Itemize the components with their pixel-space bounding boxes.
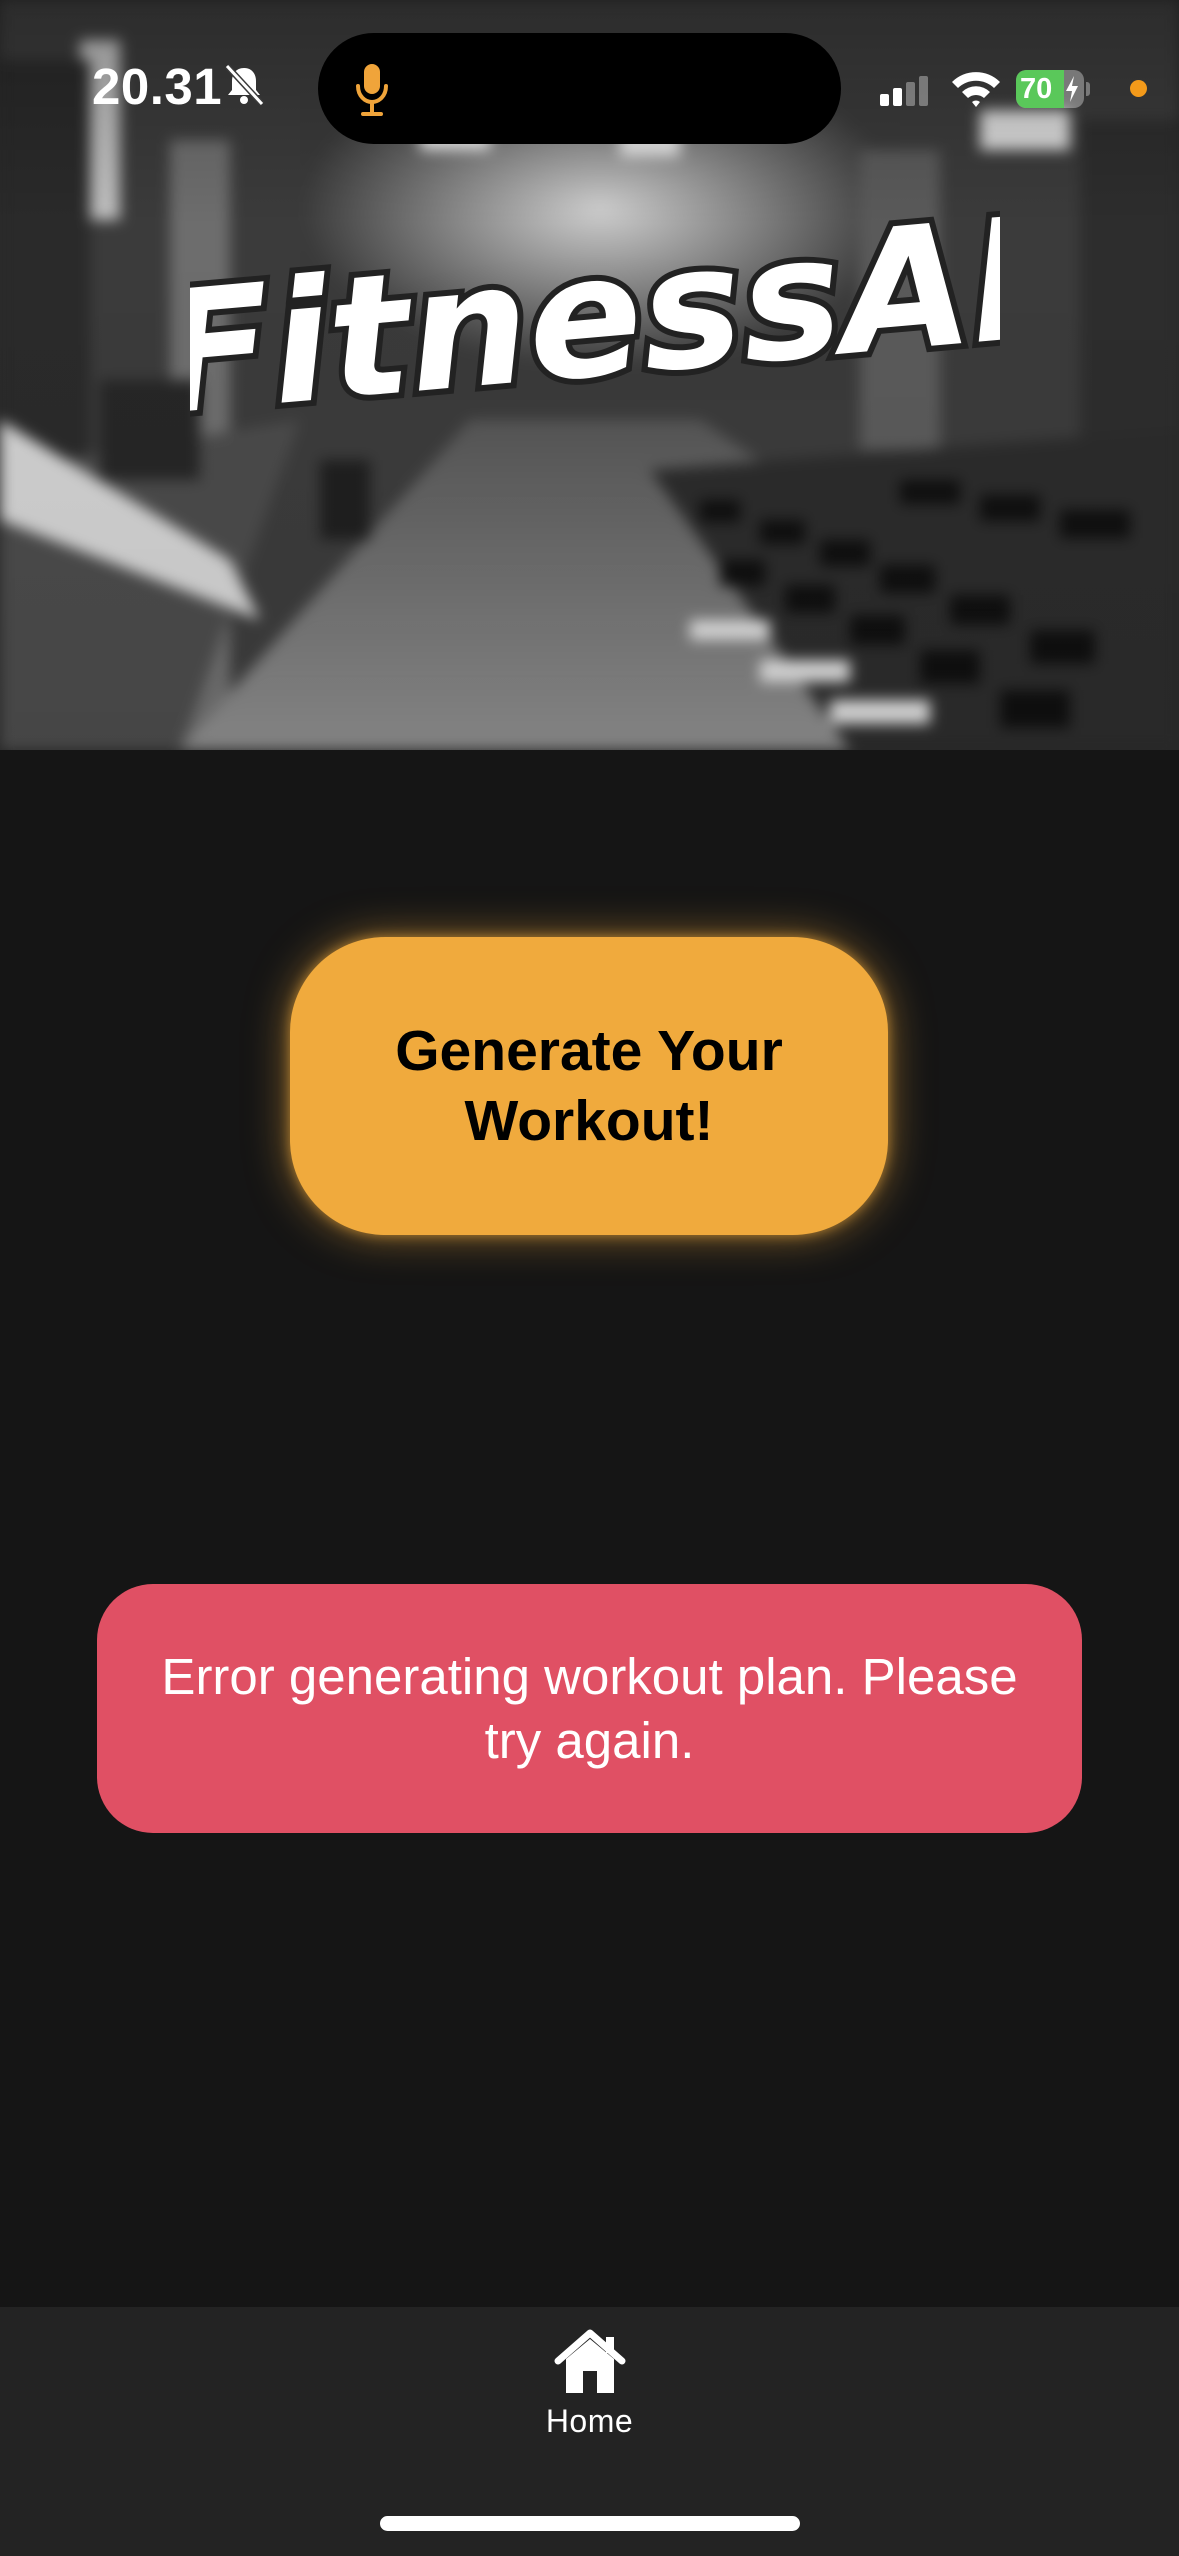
app-screen: FitnessAI 20.31 70 Generate Your Workout… (0, 0, 1179, 2556)
dynamic-island (318, 33, 841, 144)
home-icon (554, 2329, 625, 2393)
battery-charging-icon: 70 (1016, 70, 1090, 108)
bell-slash-icon (224, 63, 265, 107)
status-time: 20.31 (92, 58, 223, 115)
cellular-signal-icon (880, 76, 928, 106)
tab-home[interactable]: Home (520, 2329, 659, 2459)
error-banner: Error generating workout plan. Please tr… (97, 1584, 1082, 1833)
bolt-icon (1066, 76, 1078, 102)
generate-workout-button[interactable]: Generate Your Workout! (290, 937, 888, 1235)
battery-level: 70 (1020, 73, 1053, 105)
microphone-icon (356, 64, 388, 116)
logo-text: FitnessAI (190, 205, 1000, 435)
privacy-indicator-dot (1130, 80, 1147, 97)
error-message: Error generating workout plan. Please tr… (161, 1647, 1018, 1769)
wifi-icon (952, 72, 1000, 107)
tab-home-label: Home (545, 2403, 634, 2439)
home-indicator[interactable] (380, 2516, 800, 2531)
fitnessai-logo: FitnessAI (190, 205, 1000, 435)
